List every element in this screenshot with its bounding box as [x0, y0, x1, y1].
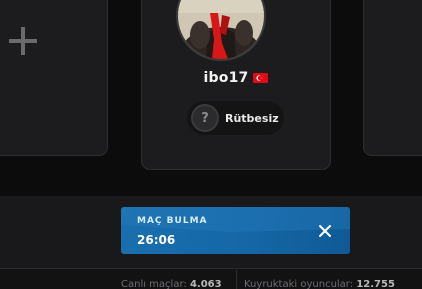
- player-name[interactable]: ibo17: [204, 70, 249, 86]
- matchmaking-panel: MAÇ BULMA 26:06: [121, 207, 350, 254]
- queue-players-value: 12.755: [356, 279, 395, 289]
- player-name-row: ibo17: [141, 70, 331, 86]
- rank-label: Rütbesiz: [225, 111, 279, 125]
- live-matches-label: Canlı maçlar:: [121, 279, 187, 289]
- matchmaking-title: MAÇ BULMA: [137, 216, 208, 226]
- live-matches-value: 4.063: [189, 279, 222, 289]
- queue-players-stat: Kuyruktaki oyuncular: 12.755: [244, 279, 395, 289]
- footer-divider: [236, 270, 237, 289]
- turkey-flag-icon: [253, 73, 269, 83]
- empty-player-slot-right[interactable]: [363, 0, 422, 156]
- lobby-area: ibo17 ? Rütbesiz: [0, 0, 422, 196]
- empty-player-slot-left[interactable]: [0, 0, 108, 156]
- queue-players-label: Kuyruktaki oyuncular:: [244, 279, 354, 289]
- unranked-icon-glyph: ?: [201, 110, 209, 126]
- rank-badge[interactable]: ? Rütbesiz: [187, 101, 284, 135]
- unranked-icon: ?: [191, 104, 219, 132]
- app-root: ibo17 ? Rütbesiz MAÇ BULMA 26:06 Canlı m…: [0, 0, 422, 289]
- live-matches-stat: Canlı maçlar: 4.063: [121, 279, 222, 289]
- matchmaking-timer: 26:06: [137, 233, 176, 247]
- close-icon[interactable]: [316, 222, 334, 240]
- plus-icon[interactable]: [5, 23, 41, 59]
